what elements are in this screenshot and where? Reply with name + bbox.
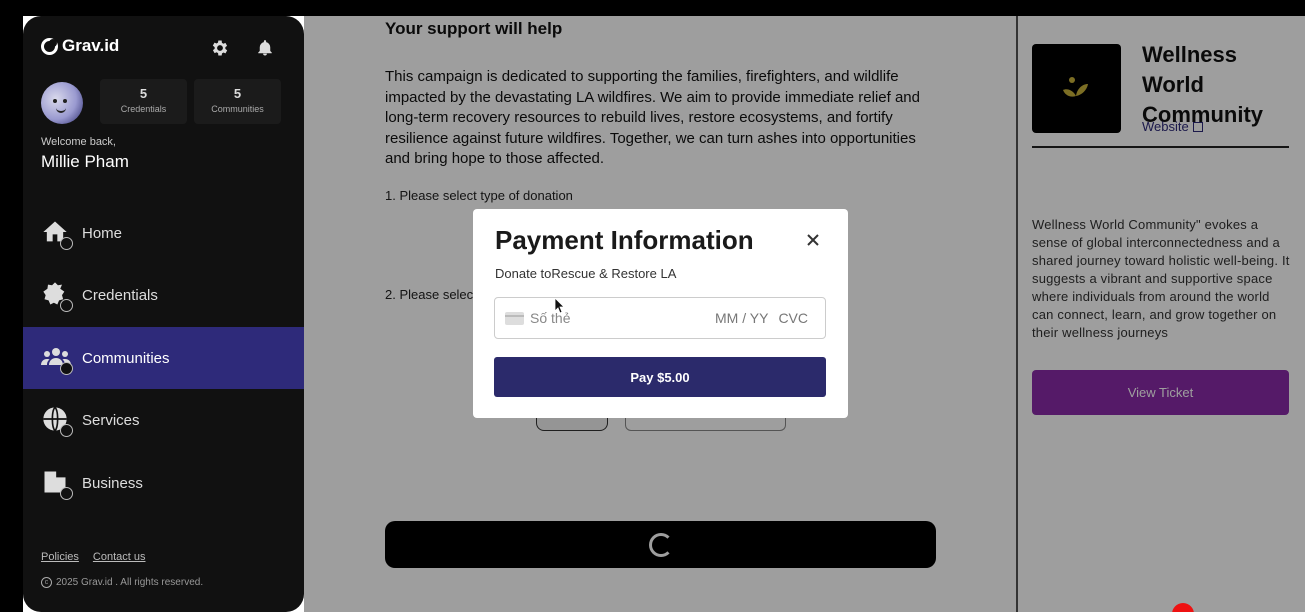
left-gutter xyxy=(0,16,23,612)
settings-button[interactable] xyxy=(208,36,232,60)
communities-icon xyxy=(41,343,73,375)
sidebar-item-home[interactable]: Home xyxy=(23,202,304,264)
credit-card-icon xyxy=(505,311,524,325)
sidebar-item-label: Business xyxy=(82,474,143,492)
welcome-text: Welcome back, xyxy=(41,136,116,148)
credentials-stat[interactable]: 5 Credentials xyxy=(100,79,187,124)
close-icon xyxy=(807,234,819,246)
communities-stat-label: Communities xyxy=(211,104,264,114)
brand-logo[interactable]: Grav.id xyxy=(41,36,119,56)
home-icon xyxy=(41,218,73,250)
modal-title: Payment Information xyxy=(495,225,754,255)
gear-icon xyxy=(212,40,228,56)
globe-icon xyxy=(41,405,73,437)
close-button[interactable] xyxy=(804,231,822,249)
sidebar-item-communities[interactable]: Communities xyxy=(23,327,304,389)
user-name: Millie Pham xyxy=(41,152,129,171)
contact-link[interactable]: Contact us xyxy=(93,551,146,563)
sidebar-item-business[interactable]: Business xyxy=(23,452,304,514)
bell-icon xyxy=(258,40,272,56)
policies-link[interactable]: Policies xyxy=(41,551,79,563)
card-input-field[interactable]: Số thẻ MM / YY CVC xyxy=(494,297,826,339)
brand-name: Grav.id xyxy=(62,36,120,55)
pay-button[interactable]: Pay $5.00 xyxy=(494,357,826,397)
top-bar xyxy=(0,0,1305,16)
credential-icon xyxy=(41,280,73,312)
sidebar-item-label: Communities xyxy=(82,349,170,367)
mouse-cursor-icon xyxy=(555,298,565,314)
footer-links: Policies Contact us xyxy=(41,551,146,563)
sidebar-item-label: Services xyxy=(82,411,140,429)
expiry-input[interactable]: MM / YY xyxy=(715,310,768,326)
communities-stat[interactable]: 5 Communities xyxy=(194,79,281,124)
sidebar-item-label: Credentials xyxy=(82,286,158,304)
sidebar-item-services[interactable]: Services xyxy=(23,389,304,451)
sidebar-item-label: Home xyxy=(82,224,123,242)
copyright: c 2025 Grav.id . All rights reserved. xyxy=(41,577,203,588)
sidebar-item-credentials[interactable]: Credentials xyxy=(23,264,304,326)
communities-count: 5 xyxy=(233,86,242,101)
avatar[interactable] xyxy=(41,82,83,124)
sidebar: Grav.id 5 Credentials 5 Communities Welc… xyxy=(23,16,304,612)
credentials-stat-label: Credentials xyxy=(120,104,167,114)
cvc-input[interactable]: CVC xyxy=(778,310,808,326)
building-icon xyxy=(41,468,73,500)
credentials-count: 5 xyxy=(139,86,148,101)
notifications-button[interactable] xyxy=(253,36,277,60)
logo-icon xyxy=(41,37,58,55)
copyright-text: 2025 Grav.id . All rights reserved. xyxy=(56,577,204,588)
payment-modal: Payment Information Donate toRescue & Re… xyxy=(473,209,848,418)
copyright-icon: c xyxy=(41,577,52,588)
modal-subtitle: Donate toRescue & Restore LA xyxy=(495,266,677,281)
